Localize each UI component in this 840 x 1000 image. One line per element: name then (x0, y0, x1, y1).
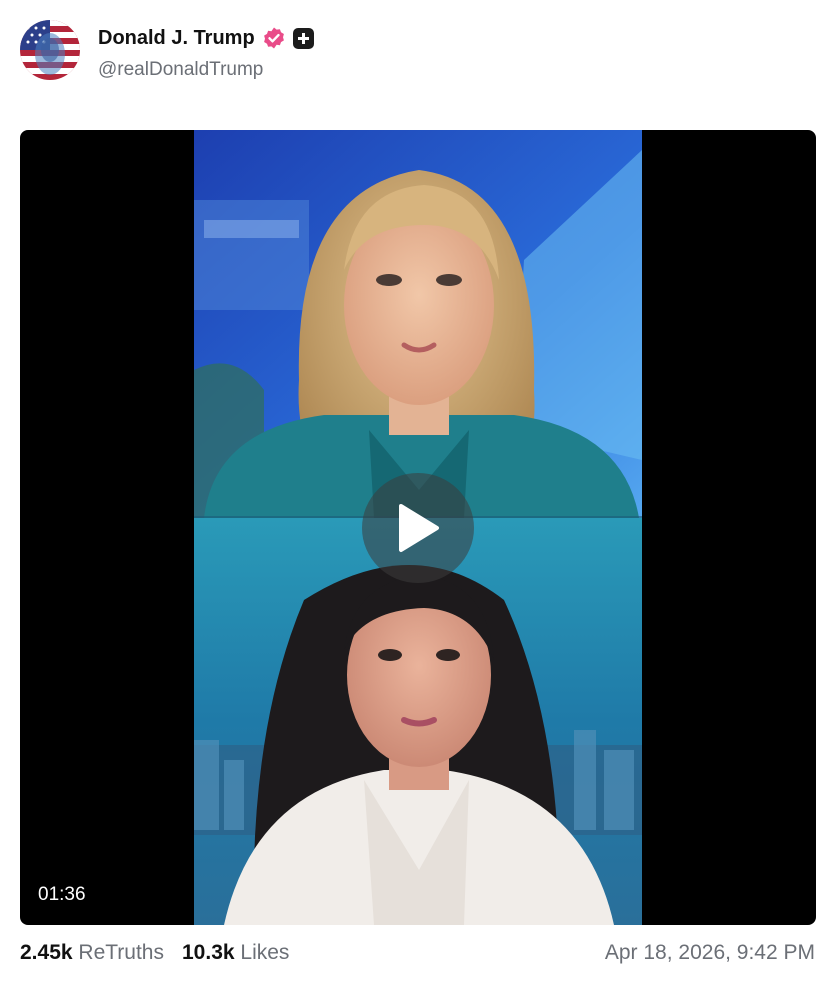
author-display-name[interactable]: Donald J. Trump (98, 27, 255, 50)
play-icon (399, 504, 439, 552)
retruths-stat[interactable]: 2.45k ReTruths (20, 941, 164, 965)
retruths-count: 2.45k (20, 941, 73, 964)
video-player[interactable]: 01:36 (20, 130, 816, 925)
author-handle[interactable]: @realDonaldTrump (98, 59, 263, 81)
likes-label: Likes (240, 941, 290, 964)
post-stats: 2.45k ReTruths 10.3k Likes (20, 941, 289, 965)
likes-count: 10.3k (182, 941, 235, 964)
flag-portrait-avatar-icon (20, 20, 80, 80)
play-button[interactable] (362, 473, 474, 583)
video-duration: 01:36 (38, 884, 86, 905)
likes-stat[interactable]: 10.3k Likes (182, 941, 289, 965)
post-timestamp[interactable]: Apr 18, 2026, 9:42 PM (605, 941, 815, 965)
author-avatar[interactable] (20, 20, 80, 80)
plus-badge-icon (292, 27, 314, 49)
retruths-label: ReTruths (78, 941, 164, 964)
verified-badge-icon (262, 26, 286, 50)
